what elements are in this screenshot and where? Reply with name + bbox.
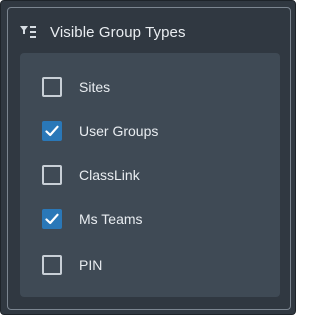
visible-group-types-panel: Visible Group Types Sites User Groups Cl… <box>0 0 296 315</box>
group-type-item-classlink[interactable]: ClassLink <box>42 164 262 186</box>
classlink-checkbox[interactable] <box>42 165 62 185</box>
sites-checkbox[interactable] <box>42 77 62 97</box>
filter-list-icon <box>20 26 36 38</box>
classlink-label: ClassLink <box>79 167 140 183</box>
user-groups-checkbox[interactable] <box>42 121 62 141</box>
panel-title: Visible Group Types <box>50 23 186 41</box>
group-type-item-pin[interactable]: PIN <box>42 254 262 276</box>
group-type-list: Sites User Groups ClassLink Ms Teams PIN <box>20 53 280 297</box>
pin-checkbox[interactable] <box>42 255 62 275</box>
ms-teams-checkbox[interactable] <box>42 209 62 229</box>
user-groups-label: User Groups <box>79 123 159 139</box>
checkmark-icon <box>45 213 59 225</box>
group-type-item-sites[interactable]: Sites <box>42 76 262 98</box>
panel-header: Visible Group Types <box>20 21 186 43</box>
checkmark-icon <box>45 125 59 137</box>
group-type-item-ms-teams[interactable]: Ms Teams <box>42 208 262 230</box>
pin-label: PIN <box>79 257 103 273</box>
ms-teams-label: Ms Teams <box>79 211 143 227</box>
group-type-item-user-groups[interactable]: User Groups <box>42 120 262 142</box>
sites-label: Sites <box>79 79 111 95</box>
